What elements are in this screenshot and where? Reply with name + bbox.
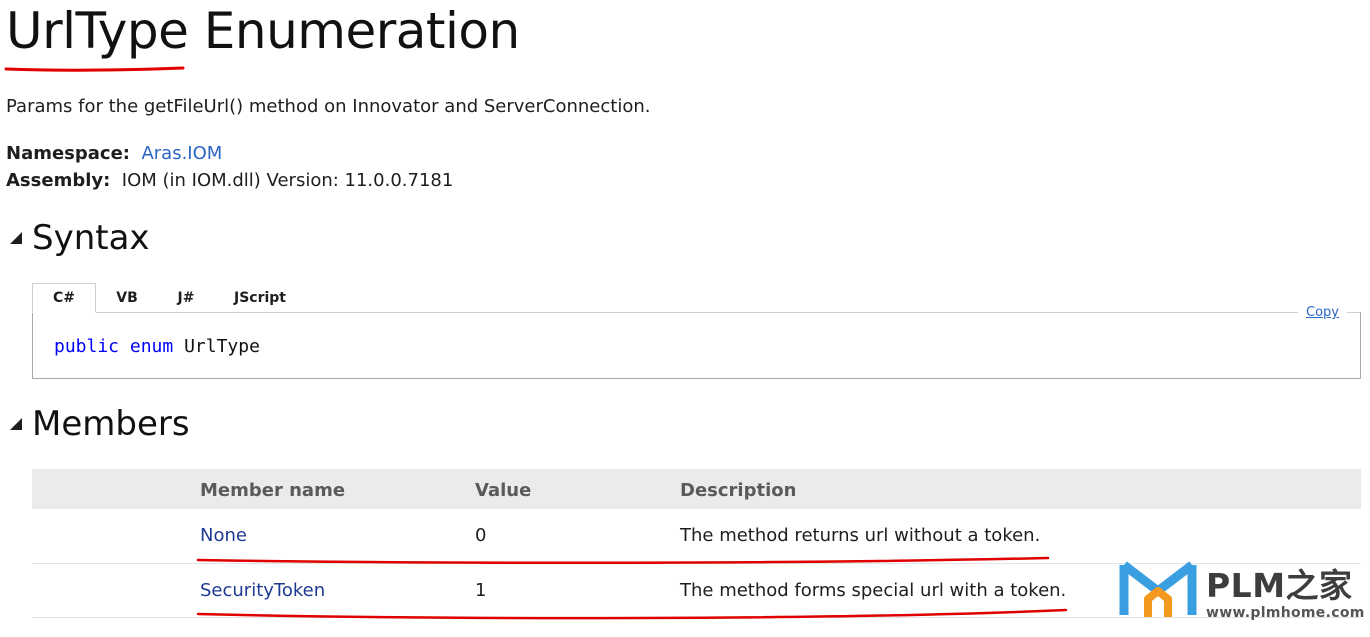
title-underline-annotation bbox=[4, 66, 185, 72]
syntax-heading: Syntax bbox=[32, 218, 150, 258]
tab-csharp[interactable]: C# bbox=[32, 283, 96, 313]
column-header-member-name: Member name bbox=[200, 469, 475, 509]
tab-vb[interactable]: VB bbox=[96, 283, 158, 313]
row-spacer bbox=[32, 509, 200, 564]
namespace-label: Namespace: bbox=[6, 143, 130, 164]
syntax-section-toggle[interactable]: Syntax bbox=[6, 218, 150, 258]
member-link-securitytoken[interactable]: SecurityToken bbox=[200, 580, 325, 601]
member-name-cell: SecurityToken bbox=[200, 563, 475, 618]
watermark-url: www.plmhome.com bbox=[1206, 605, 1365, 621]
namespace-link[interactable]: Aras.IOM bbox=[141, 143, 222, 164]
assembly-line: Assembly: IOM (in IOM.dll) Version: 11.0… bbox=[6, 170, 453, 191]
tab-jsharp[interactable]: J# bbox=[158, 283, 214, 313]
column-header-value: Value bbox=[475, 469, 680, 509]
members-section-toggle[interactable]: Members bbox=[6, 404, 190, 444]
member-name-cell: None bbox=[200, 509, 475, 564]
header-spacer bbox=[32, 469, 200, 509]
assembly-label: Assembly: bbox=[6, 170, 111, 191]
collapse-triangle-icon[interactable] bbox=[6, 228, 26, 248]
row-spacer bbox=[32, 563, 200, 618]
column-header-description: Description bbox=[680, 469, 1361, 509]
tab-jscript[interactable]: JScript bbox=[214, 283, 306, 313]
collapse-triangle-icon[interactable] bbox=[6, 414, 26, 434]
code-line: public enum UrlType bbox=[54, 336, 260, 357]
table-header-row: Member name Value Description bbox=[32, 469, 1361, 509]
members-heading: Members bbox=[32, 404, 190, 444]
watermark-brand: PLM之家 bbox=[1206, 566, 1353, 605]
code-keyword-public: public bbox=[54, 336, 120, 357]
code-type-name: UrlType bbox=[184, 336, 260, 357]
plm-logo-icon bbox=[1119, 561, 1197, 617]
member-value-cell: 1 bbox=[475, 563, 680, 618]
summary-text: Params for the getFileUrl() method on In… bbox=[6, 96, 651, 117]
member-value-cell: 0 bbox=[475, 509, 680, 564]
language-tabs: C# VB J# JScript bbox=[32, 283, 306, 313]
page-title: UrlType Enumeration bbox=[6, 2, 520, 60]
member-link-none[interactable]: None bbox=[200, 525, 247, 546]
watermark: PLM之家 www.plmhome.com bbox=[1118, 553, 1370, 637]
assembly-value: IOM (in IOM.dll) Version: 11.0.0.7181 bbox=[121, 170, 454, 191]
code-keyword-enum: enum bbox=[129, 336, 174, 357]
code-snippet-box: C# VB J# JScript Copy public enum UrlTyp… bbox=[32, 283, 1361, 379]
copy-button[interactable]: Copy bbox=[1298, 305, 1347, 320]
namespace-line: Namespace: Aras.IOM bbox=[6, 143, 222, 164]
